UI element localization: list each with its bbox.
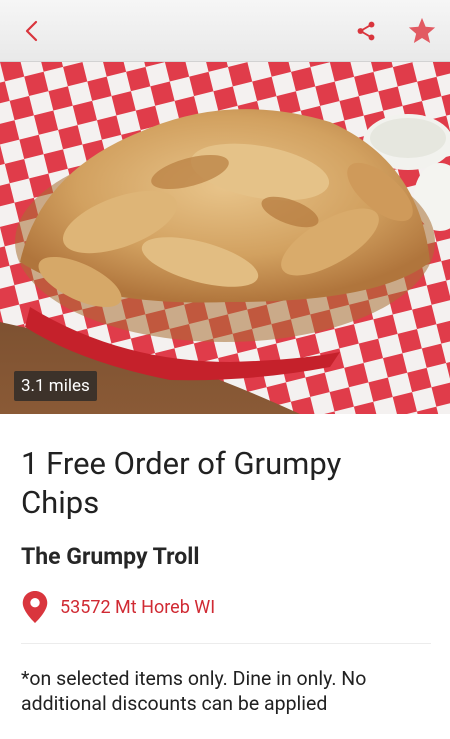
share-icon [357,21,375,41]
deal-photo: 3.1 miles [0,62,450,414]
merchant-name: The Grumpy Troll [21,543,200,570]
location-link[interactable]: 53572 Mt Horeb WI [22,591,215,623]
deal-terms: *on selected items only. Dine in only. N… [21,667,367,715]
deal-title: 1 Free Order of Grumpy Chips [21,445,342,521]
favorite-button[interactable] [398,0,446,62]
deal-details: 1 Free Order of Grumpy Chips The Grumpy … [0,414,450,739]
distance-badge: 3.1 miles [14,371,97,401]
share-button[interactable] [342,0,390,62]
app-toolbar [0,0,450,62]
map-pin-icon [22,591,48,623]
location-text: 53572 Mt Horeb WI [60,596,216,618]
back-button[interactable] [8,0,56,62]
chevron-left-icon [25,20,38,42]
star-icon [408,17,436,43]
divider [21,643,431,644]
chips-basket-image [0,62,450,414]
